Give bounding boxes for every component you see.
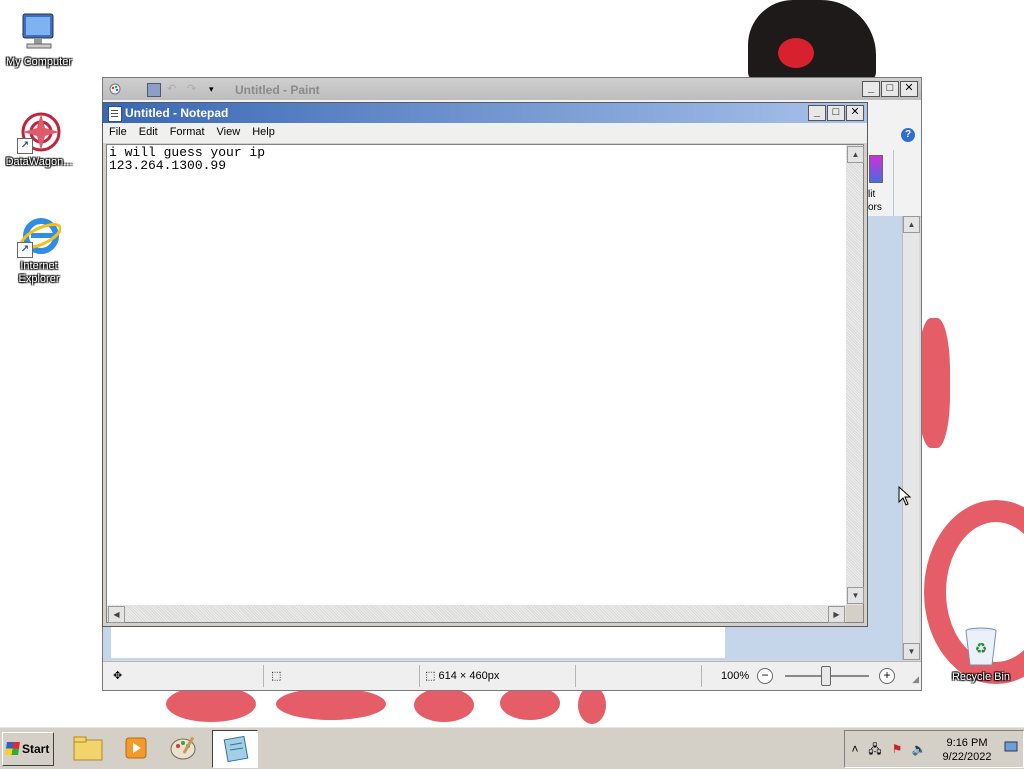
start-button[interactable]: Start bbox=[2, 732, 54, 766]
windows-logo-icon bbox=[5, 742, 20, 755]
desktop-icon-label: My Computer bbox=[5, 56, 73, 68]
notepad-close-button[interactable]: ✕ bbox=[846, 105, 864, 121]
desktop-icon-label: Internet Explorer bbox=[18, 260, 60, 285]
menu-format[interactable]: Format bbox=[164, 123, 211, 138]
scroll-down-button[interactable]: ▼ bbox=[903, 643, 920, 660]
zoom-out-button[interactable]: − bbox=[757, 668, 773, 684]
wallpaper-scribble bbox=[500, 686, 560, 720]
recycle-bin-icon: ♻ bbox=[959, 625, 1003, 669]
scroll-right-button[interactable]: ▶ bbox=[828, 606, 845, 623]
notepad-vertical-scrollbar[interactable]: ▲ ▼ bbox=[846, 145, 864, 605]
clock[interactable]: 9:16 PM 9/22/2022 bbox=[937, 736, 997, 764]
resize-grip-icon[interactable] bbox=[846, 605, 863, 622]
empty-status-cell bbox=[577, 665, 702, 687]
wallpaper-dark-figure bbox=[748, 0, 876, 82]
notepad-title-bar[interactable]: Untitled - Notepad _ □ ✕ bbox=[103, 103, 867, 123]
start-label: Start bbox=[22, 742, 50, 756]
computer-icon bbox=[17, 10, 61, 54]
edit-colors-button[interactable]: lit ors bbox=[868, 188, 882, 214]
paint-title-bar[interactable]: ↶ ↷ ▾ Untitled - Paint _ □ ✕ bbox=[103, 78, 921, 100]
notepad-text-area[interactable]: i will guess your ip 123.264.1300.99 ▲ ▼… bbox=[106, 144, 864, 623]
desktop-icon-my-computer[interactable]: My Computer bbox=[2, 10, 76, 69]
scroll-down-button[interactable]: ▼ bbox=[847, 587, 864, 604]
desktop-icon-internet-explorer[interactable]: ↗ Internet Explorer bbox=[2, 214, 76, 286]
notepad-minimize-button[interactable]: _ bbox=[808, 105, 826, 121]
quick-access-dropdown-icon[interactable]: ▾ bbox=[209, 83, 221, 95]
notepad-window-title: Untitled - Notepad bbox=[125, 106, 229, 120]
action-center-icon[interactable]: ⚑ bbox=[889, 741, 905, 757]
zoom-in-button[interactable]: + bbox=[879, 668, 895, 684]
paint-close-button[interactable]: ✕ bbox=[900, 81, 918, 97]
wallpaper-scribble bbox=[166, 686, 256, 722]
selection-icon: ⬚ bbox=[271, 670, 282, 682]
zoom-level: 100% bbox=[721, 670, 750, 682]
clock-time: 9:16 PM bbox=[946, 737, 988, 749]
clock-date: 9/22/2022 bbox=[942, 751, 992, 763]
notepad-text-content[interactable]: i will guess your ip 123.264.1300.99 bbox=[109, 146, 843, 604]
network-icon[interactable]: 🖧 bbox=[867, 741, 883, 757]
shortcut-arrow-icon: ↗ bbox=[17, 242, 33, 258]
paint-minimize-button[interactable]: _ bbox=[862, 81, 880, 97]
folder-icon bbox=[73, 736, 103, 761]
image-size-text: 614 × 460px bbox=[438, 670, 500, 682]
taskbar-paint-button[interactable] bbox=[162, 730, 206, 766]
scroll-up-button[interactable]: ▲ bbox=[903, 216, 920, 233]
desktop-icon-recycle-bin[interactable]: ♻ Recycle Bin bbox=[944, 625, 1018, 684]
taskbar-notepad-button[interactable] bbox=[212, 730, 258, 768]
image-size-cell: ⬚ 614 × 460px bbox=[421, 665, 576, 687]
taskbar-media-player-button[interactable] bbox=[114, 730, 158, 766]
paint-status-bar: ✥ ⬚ ⬚ 614 × 460px 100% − + ◢ bbox=[103, 661, 921, 690]
move-cursor-icon: ✥ bbox=[113, 670, 123, 682]
help-icon[interactable]: ? bbox=[901, 128, 915, 142]
paint-palette-icon bbox=[170, 736, 196, 760]
notepad-horizontal-scrollbar[interactable]: ◀ ▶ bbox=[107, 605, 846, 623]
show-desktop-icon[interactable] bbox=[1003, 741, 1019, 757]
notepad-app-icon[interactable] bbox=[108, 106, 122, 122]
selection-size-cell: ⬚ bbox=[265, 665, 420, 687]
notepad-menu-bar: File Edit Format View Help bbox=[103, 123, 867, 143]
volume-icon[interactable]: 🔈 bbox=[911, 741, 927, 757]
svg-text:♻: ♻ bbox=[975, 640, 988, 656]
desktop-icon-datawagon[interactable]: ↗ DataWagon... bbox=[2, 110, 76, 169]
taskbar-explorer-button[interactable] bbox=[66, 730, 110, 766]
notepad-maximize-button[interactable]: □ bbox=[827, 105, 845, 121]
desktop-icon-label: Recycle Bin bbox=[951, 671, 1011, 683]
edit-colors-icon[interactable] bbox=[869, 155, 883, 183]
system-tray: ˄ 🖧 ⚑ 🔈 9:16 PM 9/22/2022 bbox=[844, 730, 1024, 768]
image-size-icon: ⬚ bbox=[425, 670, 436, 682]
paint-vertical-scrollbar[interactable]: ▲ ▼ bbox=[902, 216, 920, 660]
desktop-icon-label: DataWagon... bbox=[5, 156, 73, 168]
paint-window-title: Untitled - Paint bbox=[235, 83, 320, 97]
redo-icon[interactable]: ↷ bbox=[187, 83, 199, 95]
menu-view[interactable]: View bbox=[211, 123, 247, 138]
zoom-slider-thumb[interactable] bbox=[821, 666, 831, 686]
scroll-left-button[interactable]: ◀ bbox=[108, 606, 125, 623]
media-player-icon bbox=[125, 737, 147, 759]
scroll-up-button[interactable]: ▲ bbox=[847, 146, 864, 163]
undo-icon[interactable]: ↶ bbox=[167, 83, 179, 95]
datawagon-icon: ↗ bbox=[17, 110, 61, 154]
taskbar: Start ˄ 🖧 ⚑ 🔈 9:16 PM 9/22/2022 bbox=[0, 726, 1024, 769]
wallpaper-scribble bbox=[276, 688, 386, 720]
edit-colors-label-line: ors bbox=[868, 202, 882, 213]
show-hidden-icons-icon[interactable]: ˄ bbox=[847, 741, 863, 757]
menu-edit[interactable]: Edit bbox=[133, 123, 164, 138]
save-icon[interactable] bbox=[147, 83, 161, 97]
shortcut-arrow-icon: ↗ bbox=[17, 138, 33, 154]
edit-colors-label-line: lit bbox=[868, 189, 876, 200]
wallpaper-scribble bbox=[918, 318, 950, 448]
paint-app-icon[interactable] bbox=[109, 83, 121, 95]
cursor-position-cell: ✥ bbox=[107, 665, 264, 687]
resize-grip-icon[interactable]: ◢ bbox=[912, 674, 919, 685]
menu-help[interactable]: Help bbox=[246, 123, 281, 138]
notepad-window[interactable]: Untitled - Notepad _ □ ✕ File Edit Format V… bbox=[102, 102, 868, 627]
internet-explorer-icon: ↗ bbox=[17, 214, 62, 258]
notepad-icon bbox=[223, 735, 249, 763]
paint-maximize-button[interactable]: □ bbox=[881, 81, 899, 97]
menu-file[interactable]: File bbox=[103, 123, 133, 138]
mouse-cursor-icon bbox=[898, 485, 912, 506]
wallpaper-scribble bbox=[414, 688, 474, 722]
wallpaper-scribble bbox=[578, 686, 606, 724]
